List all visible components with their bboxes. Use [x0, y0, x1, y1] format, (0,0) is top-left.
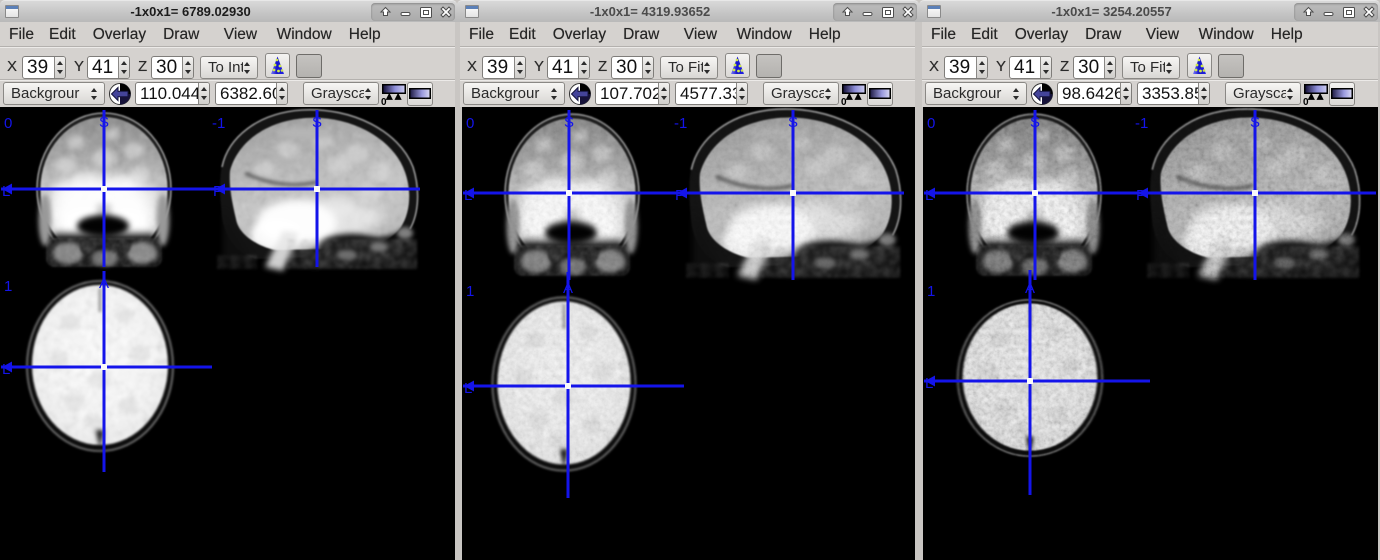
svg-text:S: S: [99, 114, 109, 131]
svg-text:0: 0: [466, 115, 474, 132]
svg-text:L: L: [464, 187, 472, 204]
svg-text:S: S: [564, 114, 574, 131]
svg-text:0: 0: [1303, 97, 1309, 106]
svg-text:L: L: [925, 375, 933, 392]
svg-text:P: P: [213, 183, 223, 200]
svg-text:1: 1: [927, 283, 935, 300]
svg-text:L: L: [2, 183, 10, 200]
svg-text:L: L: [925, 187, 933, 204]
svg-text:S: S: [312, 114, 322, 131]
svg-text:L: L: [464, 380, 472, 397]
svg-text:1: 1: [4, 278, 12, 295]
svg-text:L: L: [2, 361, 10, 378]
svg-text:0: 0: [381, 97, 387, 106]
svg-text:0: 0: [841, 97, 847, 106]
svg-text:A: A: [99, 275, 109, 292]
svg-text:A: A: [563, 280, 573, 297]
svg-text:A: A: [1025, 280, 1035, 297]
svg-text:1: 1: [466, 283, 474, 300]
svg-text:-1: -1: [674, 115, 687, 132]
svg-text:0: 0: [927, 115, 935, 132]
svg-text:0: 0: [4, 115, 12, 132]
svg-text:P: P: [675, 187, 685, 204]
svg-text:-1: -1: [1135, 115, 1148, 132]
svg-text:S: S: [1030, 114, 1040, 131]
svg-text:-1: -1: [212, 115, 225, 132]
svg-text:S: S: [1250, 114, 1260, 131]
svg-text:S: S: [788, 114, 798, 131]
svg-text:P: P: [1136, 187, 1146, 204]
